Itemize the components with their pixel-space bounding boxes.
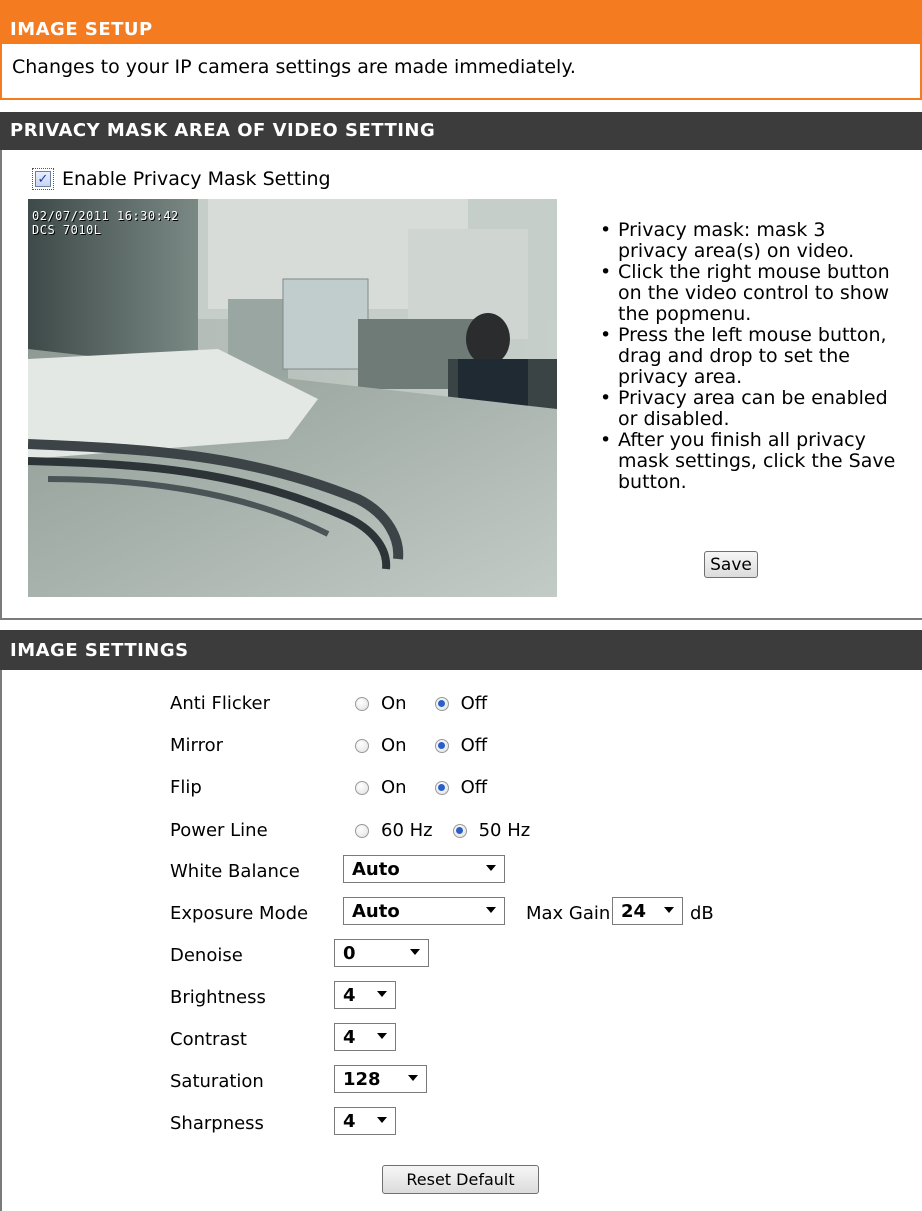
save-button[interactable]: Save xyxy=(704,551,758,578)
power-line-50hz-option[interactable]: 50 Hz xyxy=(452,820,531,841)
image-setup-title: IMAGE SETUP xyxy=(10,19,153,40)
white-balance-select[interactable]: Auto xyxy=(343,855,505,883)
instruction-item: Privacy mask: mask 3 privacy area(s) on … xyxy=(600,220,900,262)
chevron-down-icon xyxy=(408,1075,418,1081)
mirror-radio-group: On Off xyxy=(355,735,487,756)
osd-timestamp: 02/07/2011 16:30:42 xyxy=(32,209,179,223)
flip-on-label[interactable]: On xyxy=(381,777,407,798)
flip-off-option[interactable]: Off xyxy=(434,777,488,798)
mirror-off-option[interactable]: Off xyxy=(434,735,488,756)
anti-flicker-on-label[interactable]: On xyxy=(381,693,407,714)
instruction-item: Click the right mouse button on the vide… xyxy=(600,262,900,325)
chevron-down-icon xyxy=(410,949,420,955)
sharpness-label: Sharpness xyxy=(170,1113,264,1134)
mirror-label: Mirror xyxy=(170,735,224,756)
chevron-down-icon xyxy=(486,907,496,913)
video-osd: 02/07/2011 16:30:42 DCS 7010L xyxy=(32,209,179,237)
power-line-label: Power Line xyxy=(170,820,268,841)
privacy-mask-title: PRIVACY MASK AREA OF VIDEO SETTING xyxy=(10,120,436,141)
instruction-item: Press the left mouse button, drag and dr… xyxy=(600,325,900,388)
image-setup-description: Changes to your IP camera settings are m… xyxy=(12,56,576,78)
privacy-mask-header: PRIVACY MASK AREA OF VIDEO SETTING xyxy=(0,112,922,150)
chevron-down-icon xyxy=(377,1033,387,1039)
mirror-on-label[interactable]: On xyxy=(381,735,407,756)
max-gain-label: Max Gain xyxy=(526,903,611,924)
mirror-off-label[interactable]: Off xyxy=(461,735,488,756)
reset-default-button[interactable]: Reset Default xyxy=(382,1165,539,1194)
contrast-value: 4 xyxy=(343,1026,356,1048)
denoise-label: Denoise xyxy=(170,945,243,966)
checkmark-icon: ✓ xyxy=(37,171,49,187)
image-setup-panel: Changes to your IP camera settings are m… xyxy=(0,44,922,100)
flip-off-radio[interactable] xyxy=(434,780,449,795)
contrast-label: Contrast xyxy=(170,1029,247,1050)
mirror-off-radio[interactable] xyxy=(434,738,449,753)
brightness-value: 4 xyxy=(343,984,356,1006)
power-line-50hz-radio[interactable] xyxy=(452,823,467,838)
osd-camera-name: DCS 7010L xyxy=(32,223,102,237)
power-line-radio-group: 60 Hz 50 Hz xyxy=(355,820,530,841)
chevron-down-icon xyxy=(664,907,674,913)
flip-label: Flip xyxy=(170,777,202,798)
anti-flicker-on-radio[interactable] xyxy=(355,696,369,711)
max-gain-select[interactable]: 24 xyxy=(612,897,683,925)
sharpness-select[interactable]: 4 xyxy=(334,1107,396,1135)
anti-flicker-off-option[interactable]: Off xyxy=(434,693,488,714)
anti-flicker-label: Anti Flicker xyxy=(170,693,271,714)
enable-privacy-mask-checkbox[interactable]: ✓ xyxy=(35,171,51,187)
image-settings-header: IMAGE SETTINGS xyxy=(0,630,922,670)
power-line-60hz-option[interactable]: 60 Hz xyxy=(355,820,433,841)
contrast-select[interactable]: 4 xyxy=(334,1023,396,1051)
mirror-on-radio[interactable] xyxy=(355,738,369,753)
privacy-instructions: Privacy mask: mask 3 privacy area(s) on … xyxy=(600,220,900,493)
saturation-label: Saturation xyxy=(170,1071,264,1092)
denoise-select[interactable]: 0 xyxy=(334,939,429,967)
video-preview[interactable]: 02/07/2011 16:30:42 DCS 7010L xyxy=(28,199,557,597)
flip-on-radio[interactable] xyxy=(355,780,369,795)
exposure-mode-select[interactable]: Auto xyxy=(343,897,505,925)
power-line-60hz-radio[interactable] xyxy=(355,823,369,838)
enable-privacy-mask-label[interactable]: Enable Privacy Mask Setting xyxy=(62,168,331,190)
image-settings-title: IMAGE SETTINGS xyxy=(10,640,189,661)
exposure-mode-label: Exposure Mode xyxy=(170,903,309,924)
white-balance-value: Auto xyxy=(352,858,400,880)
enable-privacy-mask-focus: ✓ xyxy=(32,168,54,190)
max-gain-value: 24 xyxy=(621,900,647,922)
instruction-item: Privacy area can be enabled or disabled. xyxy=(600,388,900,430)
power-line-60hz-label[interactable]: 60 Hz xyxy=(381,820,433,841)
sharpness-value: 4 xyxy=(343,1110,356,1132)
exposure-mode-value: Auto xyxy=(352,900,400,922)
saturation-select[interactable]: 128 xyxy=(334,1065,427,1093)
enable-privacy-mask-row[interactable]: ✓ Enable Privacy Mask Setting xyxy=(32,166,331,192)
anti-flicker-radio-group: On Off xyxy=(355,693,487,714)
chevron-down-icon xyxy=(377,991,387,997)
denoise-value: 0 xyxy=(343,942,356,964)
max-gain-unit: dB xyxy=(690,903,714,924)
flip-radio-group: On Off xyxy=(355,777,487,798)
video-frame-image xyxy=(28,199,557,597)
anti-flicker-off-radio[interactable] xyxy=(434,696,449,711)
mirror-on-option[interactable]: On xyxy=(355,735,407,756)
instruction-item: After you finish all privacy mask settin… xyxy=(600,430,900,493)
power-line-50hz-label[interactable]: 50 Hz xyxy=(479,820,531,841)
saturation-value: 128 xyxy=(343,1068,381,1090)
anti-flicker-on-option[interactable]: On xyxy=(355,693,407,714)
anti-flicker-off-label[interactable]: Off xyxy=(461,693,488,714)
chevron-down-icon xyxy=(486,865,496,871)
image-setup-header: IMAGE SETUP xyxy=(0,0,922,44)
brightness-select[interactable]: 4 xyxy=(334,981,396,1009)
brightness-label: Brightness xyxy=(170,987,266,1008)
white-balance-label: White Balance xyxy=(170,861,300,882)
flip-off-label[interactable]: Off xyxy=(461,777,488,798)
chevron-down-icon xyxy=(377,1117,387,1123)
flip-on-option[interactable]: On xyxy=(355,777,407,798)
